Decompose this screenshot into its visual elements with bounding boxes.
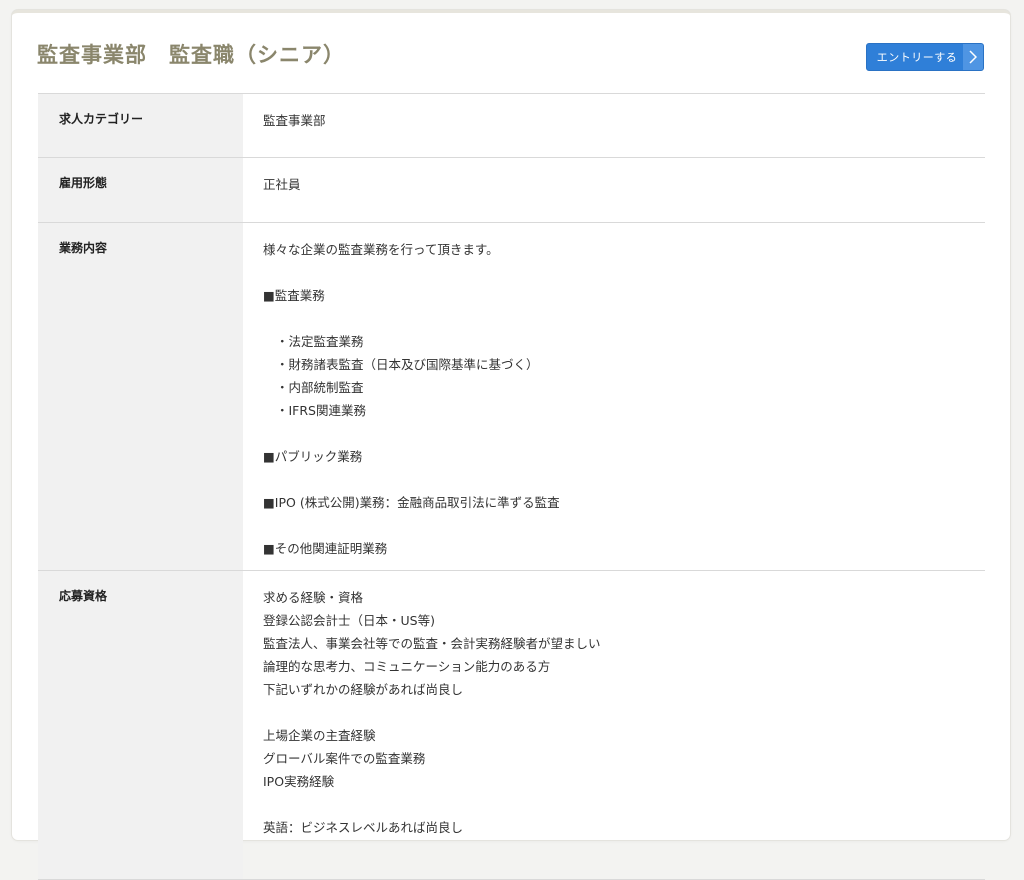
job-info-table: 求人カテゴリー 監査事業部 雇用形態 正社員 業務内容 様々な企業の監査業務を行…: [38, 93, 985, 880]
section-heading: ■IPO (株式公開)業務：金融商品取引法に準ずる監査: [263, 495, 560, 510]
list-item: グローバル案件での監査業務: [263, 751, 426, 766]
row-label-category: 求人カテゴリー: [38, 93, 243, 158]
list-item: 上場企業の主査経験: [263, 728, 376, 743]
list-item: ・IFRS関連業務: [276, 403, 366, 418]
table-row: 求人カテゴリー 監査事業部: [38, 93, 985, 158]
row-label-job-description: 業務内容: [38, 222, 243, 571]
list-item: IPO実務経験: [263, 774, 335, 789]
entry-button-label: エントリーする: [876, 51, 958, 64]
row-value-qualifications: 求める経験・資格 登録公認会計士（日本・US等) 監査法人、事業会社等での監査・…: [243, 570, 985, 880]
section-heading: ■監査業務: [263, 288, 325, 303]
table-row: 雇用形態 正社員: [38, 157, 985, 223]
list-item: 英語：ビジネスレベルあれば尚良し: [263, 820, 464, 835]
row-value-employment-type: 正社員: [243, 157, 985, 223]
list-item: 監査法人、事業会社等での監査・会計実務経験者が望ましい: [263, 636, 601, 651]
list-item: 求める経験・資格: [263, 590, 364, 605]
entry-button[interactable]: エントリーする: [866, 43, 984, 71]
row-label-employment-type: 雇用形態: [38, 157, 243, 223]
chevron-right-icon: [963, 44, 983, 70]
description-intro: 様々な企業の監査業務を行って頂きます。: [263, 242, 499, 257]
job-detail-card: 監査事業部 監査職（シニア） エントリーする 求人カテゴリー 監査事業部 雇用形…: [12, 10, 1010, 880]
list-item: 登録公認会計士（日本・US等): [263, 613, 435, 628]
section-heading: ■その他関連証明業務: [263, 541, 388, 556]
page-title: 監査事業部 監査職（シニア）: [37, 43, 345, 67]
list-item: 下記いずれかの経験があれば尚良し: [263, 682, 464, 697]
list-item: ・法定監査業務: [276, 334, 364, 349]
row-label-qualifications: 応募資格: [38, 570, 243, 880]
list-item: ・内部統制監査: [276, 380, 364, 395]
row-value-job-description: 様々な企業の監査業務を行って頂きます。 ■監査業務 ・法定監査業務 ・財務諸表監…: [243, 222, 985, 571]
section-heading: ■パブリック業務: [263, 449, 363, 464]
table-row: 応募資格 求める経験・資格 登録公認会計士（日本・US等) 監査法人、事業会社等…: [38, 570, 985, 880]
table-row: 業務内容 様々な企業の監査業務を行って頂きます。 ■監査業務 ・法定監査業務 ・…: [38, 222, 985, 571]
list-item: ・財務諸表監査（日本及び国際基準に基づく）: [276, 357, 539, 372]
list-item: 論理的な思考力、コミュニケーション能力のある方: [263, 659, 551, 674]
row-value-category: 監査事業部: [243, 93, 985, 158]
